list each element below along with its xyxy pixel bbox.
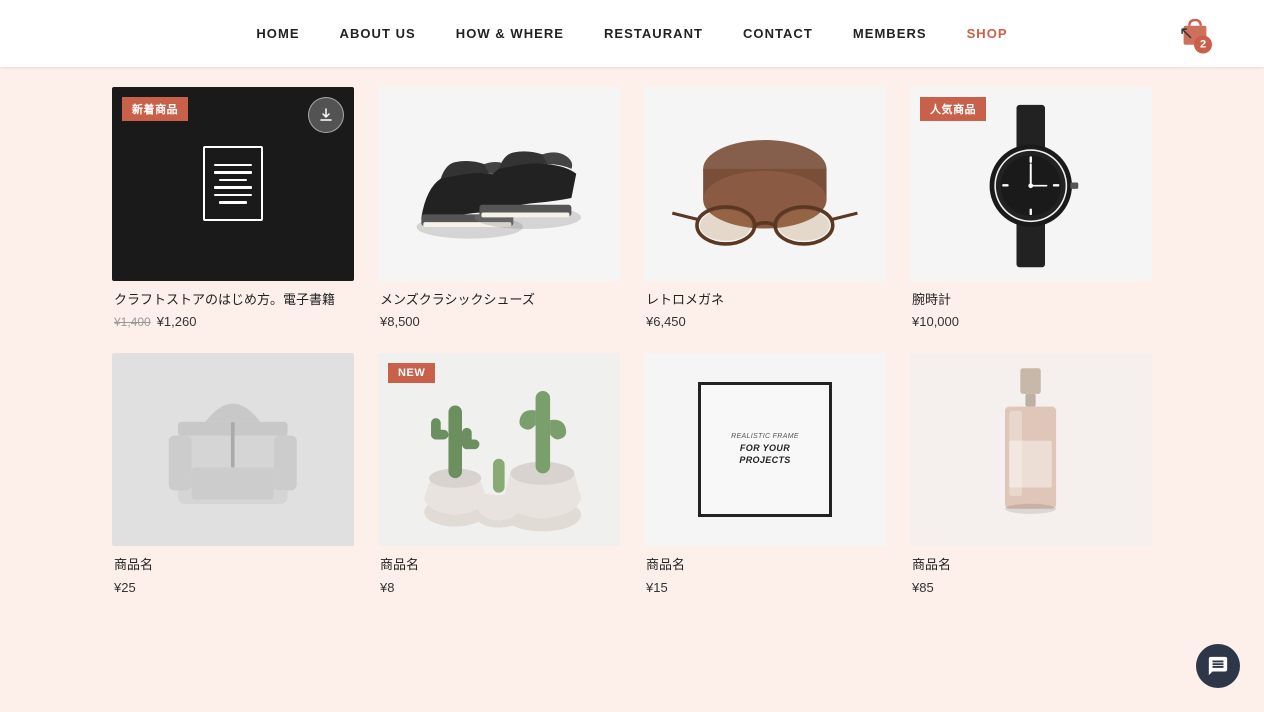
frame-text: REALISTIC FRAME FOR YOUR PROJECTS	[731, 432, 799, 467]
product-price-2: ¥8,500	[380, 314, 618, 329]
nav-link-shop[interactable]: SHOP	[967, 26, 1008, 41]
icon-line	[219, 179, 247, 182]
product-name-6: 商品名	[380, 556, 618, 574]
product-price-4: ¥10,000	[912, 314, 1150, 329]
badge-new: NEW	[388, 363, 435, 383]
regular-price-7: ¥15	[646, 580, 668, 595]
product-card-2[interactable]: メンズクラシックシューズ ¥8,500	[378, 87, 620, 329]
icon-line	[214, 186, 252, 189]
product-card-4[interactable]: 人気商品	[910, 87, 1152, 329]
product-name-7: 商品名	[646, 556, 884, 574]
regular-price-8: ¥85	[912, 580, 934, 595]
product-image-hoodie	[112, 353, 354, 547]
product-info-1: クラフトストアのはじめ方。電子書籍 ¥1,400 ¥1,260	[112, 281, 354, 329]
nav-item-members[interactable]: MEMBERS	[853, 25, 927, 43]
regular-price-5: ¥25	[114, 580, 136, 595]
badge-popular: 人気商品	[920, 97, 986, 121]
product-grid: 新着商品 クラフトストアのはじめ方。電子書籍 ¥1,40	[82, 67, 1182, 635]
product-card-7[interactable]: REALISTIC FRAME FOR YOUR PROJECTS 商品名 ¥1…	[644, 353, 886, 595]
nav-link-restaurant[interactable]: RESTAURANT	[604, 26, 703, 41]
icon-line	[219, 201, 247, 204]
product-price-1: ¥1,400 ¥1,260	[114, 314, 352, 329]
product-name-2: メンズクラシックシューズ	[380, 291, 618, 309]
product-image-frame: REALISTIC FRAME FOR YOUR PROJECTS	[644, 353, 886, 547]
icon-line	[214, 164, 252, 167]
nav-item-shop[interactable]: SHOP	[967, 25, 1008, 43]
nav-item-how[interactable]: HOW & WHERE	[456, 25, 564, 43]
product-info-3: レトロメガネ ¥6,450	[644, 281, 886, 329]
product-card-1[interactable]: 新着商品 クラフトストアのはじめ方。電子書籍 ¥1,40	[112, 87, 354, 329]
nav-item-about[interactable]: ABOUT US	[340, 25, 416, 43]
product-card-5[interactable]: 商品名 ¥25	[112, 353, 354, 595]
product-info-6: 商品名 ¥8	[378, 546, 620, 594]
nav-link-contact[interactable]: CONTACT	[743, 26, 813, 41]
nav-link-home[interactable]: HOME	[256, 26, 299, 41]
navbar: HOME ABOUT US HOW & WHERE RESTAURANT CON…	[0, 0, 1264, 67]
chat-button[interactable]	[1196, 644, 1240, 688]
chat-icon	[1207, 655, 1229, 677]
product-card-6[interactable]: NEW	[378, 353, 620, 595]
product-price-3: ¥6,450	[646, 314, 884, 329]
nav-link-about[interactable]: ABOUT US	[340, 26, 416, 41]
ebook-icon	[203, 146, 263, 221]
glasses-svg	[662, 102, 868, 267]
product-price-7: ¥15	[646, 580, 884, 595]
product-name-1: クラフトストアのはじめ方。電子書籍	[114, 291, 352, 309]
product-price-5: ¥25	[114, 580, 352, 595]
product-card-3[interactable]: レトロメガネ ¥6,450	[644, 87, 886, 329]
product-price-8: ¥85	[912, 580, 1150, 595]
product-card-8[interactable]: 商品名 ¥85	[910, 353, 1152, 595]
product-image-perfume	[910, 353, 1152, 547]
icon-line	[214, 194, 252, 197]
nav-link-how[interactable]: HOW & WHERE	[456, 26, 564, 41]
watch-svg	[940, 97, 1122, 271]
shoes-svg	[402, 106, 596, 261]
download-button[interactable]	[308, 97, 344, 133]
frame-display: REALISTIC FRAME FOR YOUR PROJECTS	[698, 382, 831, 518]
nav-item-restaurant[interactable]: RESTAURANT	[604, 25, 703, 43]
product-info-2: メンズクラシックシューズ ¥8,500	[378, 281, 620, 329]
cactus-svg	[402, 362, 596, 536]
product-info-8: 商品名 ¥85	[910, 546, 1152, 594]
product-info-7: 商品名 ¥15	[644, 546, 886, 594]
product-name-8: 商品名	[912, 556, 1150, 574]
regular-price-4: ¥10,000	[912, 314, 959, 329]
original-price-1: ¥1,400	[114, 315, 151, 329]
product-info-5: 商品名 ¥25	[112, 546, 354, 594]
product-name-4: 腕時計	[912, 291, 1150, 309]
product-name-5: 商品名	[114, 556, 352, 574]
cart-container: 2 ↖	[1176, 12, 1214, 55]
product-image-shoes	[378, 87, 620, 281]
product-price-6: ¥8	[380, 580, 618, 595]
nav-item-contact[interactable]: CONTACT	[743, 25, 813, 43]
badge-new-arrival: 新着商品	[122, 97, 188, 121]
product-info-4: 腕時計 ¥10,000	[910, 281, 1152, 329]
nav-item-home[interactable]: HOME	[256, 25, 299, 43]
cart-count: 2	[1194, 35, 1212, 53]
product-image-glasses	[644, 87, 886, 281]
download-icon	[318, 107, 334, 123]
sale-price-1: ¥1,260	[157, 314, 197, 329]
perfume-svg	[964, 364, 1097, 534]
product-name-3: レトロメガネ	[646, 291, 884, 309]
regular-price-2: ¥8,500	[380, 314, 420, 329]
nav-links: HOME ABOUT US HOW & WHERE RESTAURANT CON…	[256, 25, 1007, 43]
hoodie-svg	[142, 367, 324, 532]
nav-link-members[interactable]: MEMBERS	[853, 26, 927, 41]
cursor: ↖	[1179, 23, 1194, 44]
regular-price-3: ¥6,450	[646, 314, 686, 329]
icon-line	[214, 171, 252, 174]
regular-price-6: ¥8	[380, 580, 394, 595]
